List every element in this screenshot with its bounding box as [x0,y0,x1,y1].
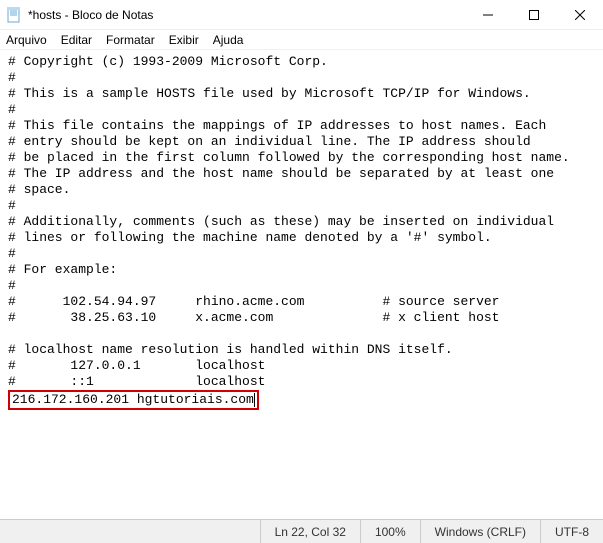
editor-line: # entry should be kept on an individual … [8,134,531,149]
editor-line: # space. [8,182,70,197]
editor-line: # The IP address and the host name shoul… [8,166,554,181]
editor-line: # be placed in the first column followed… [8,150,570,165]
editor-line: # Additionally, comments (such as these)… [8,214,554,229]
editor-line: # ::1 localhost [8,374,265,389]
editor-line: # [8,246,16,261]
editor-line: # Copyright (c) 1993-2009 Microsoft Corp… [8,54,328,69]
highlighted-text: 216.172.160.201 hgtutoriais.com [12,392,254,407]
menu-view[interactable]: Exibir [169,33,199,47]
minimize-button[interactable] [465,0,511,30]
menu-help[interactable]: Ajuda [213,33,244,47]
editor-line: # localhost name resolution is handled w… [8,342,453,357]
menu-file[interactable]: Arquivo [6,33,47,47]
window-controls [465,0,603,29]
editor-line: # 127.0.0.1 localhost [8,358,265,373]
statusbar: Ln 22, Col 32 100% Windows (CRLF) UTF-8 [0,519,603,543]
window-title: *hosts - Bloco de Notas [28,8,465,22]
editor-line: # [8,102,16,117]
notepad-icon [6,7,22,23]
close-button[interactable] [557,0,603,30]
menubar: Arquivo Editar Formatar Exibir Ajuda [0,30,603,50]
editor-line: # For example: [8,262,117,277]
editor-line: # [8,70,16,85]
status-zoom: 100% [360,520,420,543]
text-cursor [254,393,255,407]
highlighted-entry: 216.172.160.201 hgtutoriais.com [8,390,259,410]
editor-line: # 102.54.94.97 rhino.acme.com # source s… [8,294,499,309]
maximize-button[interactable] [511,0,557,30]
status-position: Ln 22, Col 32 [260,520,360,543]
menu-edit[interactable]: Editar [61,33,92,47]
editor-line: # 38.25.63.10 x.acme.com # x client host [8,310,499,325]
editor-line: # This is a sample HOSTS file used by Mi… [8,86,531,101]
status-encoding: UTF-8 [540,520,603,543]
editor-line: # lines or following the machine name de… [8,230,492,245]
editor-line: # [8,198,16,213]
editor-line: # [8,278,16,293]
text-editor[interactable]: # Copyright (c) 1993-2009 Microsoft Corp… [0,50,603,519]
status-line-ending: Windows (CRLF) [420,520,540,543]
titlebar: *hosts - Bloco de Notas [0,0,603,30]
menu-format[interactable]: Formatar [106,33,155,47]
editor-line: # This file contains the mappings of IP … [8,118,546,133]
